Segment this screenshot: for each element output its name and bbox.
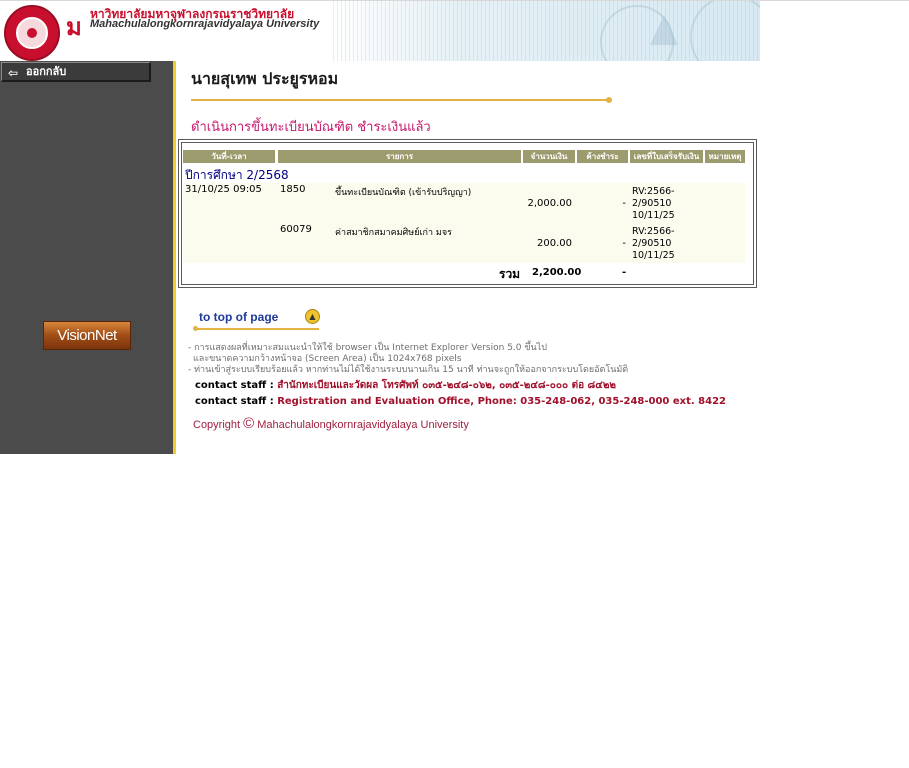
row-receipt-line1: RV:2566- xyxy=(632,226,675,237)
arrow-left-icon: ⇦ xyxy=(8,66,19,80)
total-amount: 2,200.00 xyxy=(532,267,582,278)
title-divider-dot xyxy=(606,97,612,103)
registration-status: ดำเนินการขึ้นทะเบียนบัณฑิต ชำระเงินแล้ว xyxy=(191,120,431,135)
total-outstanding: - xyxy=(622,267,627,278)
column-header-remark: หมายเหตุ xyxy=(705,150,745,163)
seal-inner-ring xyxy=(16,17,48,49)
row-receipt-line2: 2/90510 xyxy=(632,198,672,209)
university-logo-mark: ม xyxy=(66,12,82,41)
contact-label: contact staff : xyxy=(195,380,274,391)
session-note: - ท่านเข้าสู่ระบบเรียบร้อยแล้ว หากท่านไม… xyxy=(188,365,629,375)
row-datetime: 31/10/25 09:05 xyxy=(185,184,262,195)
title-divider xyxy=(191,99,609,101)
site-header: ม หาวิทยาลัยมหาจุฬาลงกรณราชวิทยาลัย Maha… xyxy=(0,1,760,61)
column-header-receipt: เลขที่ใบเสร็จรับเงิน xyxy=(630,150,703,163)
row-outstanding: - xyxy=(622,238,626,249)
student-name: นายสุเทพ ประยูรหอม xyxy=(191,69,339,88)
sidebar-gold-edge xyxy=(173,61,176,454)
row-code: 1850 xyxy=(280,184,306,195)
column-header-outstanding: ค้างชำระ xyxy=(577,150,628,163)
arrow-up-circle-icon: ▲ xyxy=(305,309,320,324)
header-decoration-seal-right xyxy=(690,1,760,61)
visionnet-button[interactable]: VisionNet xyxy=(43,321,131,350)
copyright-prefix: Copyright xyxy=(193,419,241,431)
row-outstanding: - xyxy=(622,198,626,209)
column-header-item: รายการ xyxy=(278,150,521,163)
row-receipt-line1: RV:2566- xyxy=(632,186,675,197)
contact-staff-thai: contact staff : สำนักทะเบียนและวัดผล โทร… xyxy=(195,378,616,393)
to-top-link[interactable]: to top of page ▲ xyxy=(193,307,323,333)
back-button[interactable]: ⇦ ออกกลับ xyxy=(1,62,151,82)
row-receipt-line2: 2/90510 xyxy=(632,238,672,249)
total-label: รวม xyxy=(499,267,521,281)
university-seal-icon xyxy=(4,5,60,61)
header-decoration-pagoda xyxy=(650,15,678,45)
column-header-datetime: วันที่-เวลา xyxy=(183,150,275,163)
column-header-amount: จำนวนเงิน xyxy=(523,150,575,163)
sidebar xyxy=(0,61,173,454)
to-top-label: to top of page xyxy=(199,310,279,324)
row-description: ค่าสมาชิกสมาคมศิษย์เก่า มจร xyxy=(335,228,452,238)
row-amount: 200.00 xyxy=(537,238,572,249)
back-button-label: ออกกลับ xyxy=(26,65,67,78)
university-name-english: Mahachulalongkornrajavidyalaya Universit… xyxy=(90,18,320,30)
to-top-underline xyxy=(197,328,319,330)
copyright-symbol: © xyxy=(243,415,255,432)
contact-staff-english: contact staff : Registration and Evaluat… xyxy=(195,396,726,407)
copyright-notice: Copyright © Mahachulalongkornrajavidyala… xyxy=(193,415,469,432)
contact-value-english: Registration and Evaluation Office, Phon… xyxy=(277,396,727,407)
contact-value-thai: สำนักทะเบียนและวัดผล โทรศัพท์ ๐๓๕-๒๔๘-๐๖… xyxy=(277,380,617,391)
seal-core xyxy=(27,28,37,38)
contact-label: contact staff : xyxy=(195,396,274,407)
row-receipt-line3: 10/11/25 xyxy=(632,250,675,261)
copyright-holder: Mahachulalongkornrajavidyalaya Universit… xyxy=(257,419,469,431)
row-code: 60079 xyxy=(280,224,312,235)
row-receipt-line3: 10/11/25 xyxy=(632,210,675,221)
row-description: ขึ้นทะเบียนบัณฑิต (เข้ารับปริญญา) xyxy=(335,188,472,198)
row-amount: 2,000.00 xyxy=(527,198,572,209)
